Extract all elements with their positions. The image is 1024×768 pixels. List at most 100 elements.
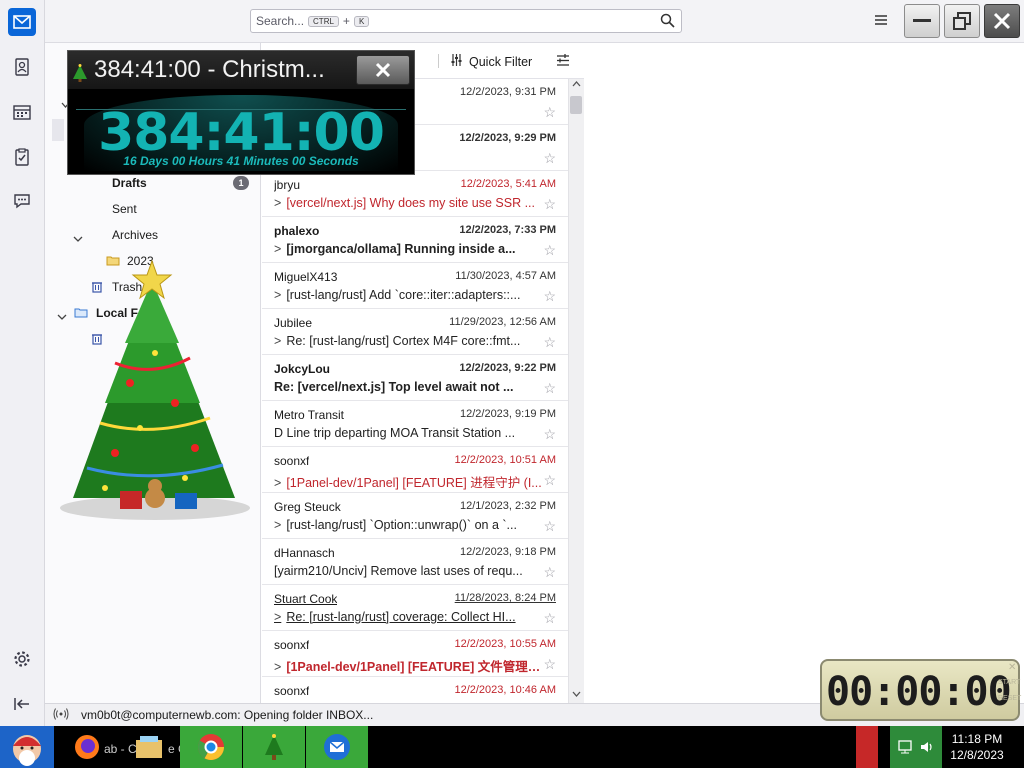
thread-chevron-icon[interactable]: >	[274, 660, 281, 674]
drafts-count-badge: 1	[233, 176, 249, 190]
activity-icon	[53, 707, 69, 723]
chat-icon[interactable]	[8, 187, 36, 215]
folder-sent[interactable]: Sent	[45, 196, 261, 222]
stopwatch-start-button[interactable]: START	[998, 679, 1020, 686]
message-row[interactable]: soonxf 12/2/2023, 10:55 AM > [1Panel-dev/…	[262, 631, 568, 677]
star-icon[interactable]: ☆	[543, 334, 556, 351]
message-row[interactable]: Greg Steuck 12/1/2023, 2:32 PM > [rust-la…	[262, 493, 568, 539]
shortcut-key-ctrl: CTRL	[308, 15, 339, 27]
chrome-taskbar-icon[interactable]	[180, 726, 242, 768]
message-sender: Stuart Cook	[274, 592, 338, 606]
folder-sent-label: Sent	[112, 202, 137, 216]
christmas-countdown-taskbar-icon[interactable]	[243, 726, 305, 768]
quick-filter-button[interactable]: Quick Filter	[450, 54, 532, 69]
countdown-title: 384:41:00 - Christm...	[94, 56, 325, 83]
stopwatch-widget[interactable]: 00:00:00 START RESET ✕	[820, 659, 1021, 721]
taskbar: ab - C e Cl 11:18 PM 12/8/2023	[0, 726, 1024, 768]
message-sender: soonxf	[274, 638, 310, 652]
calendar-icon[interactable]	[8, 98, 36, 126]
settings-gear-icon[interactable]	[8, 645, 36, 673]
message-row[interactable]: JokcyLou 12/2/2023, 9:22 PM Re: [vercel/…	[262, 355, 568, 401]
network-icon[interactable]	[897, 739, 913, 755]
star-icon[interactable]: ☆	[543, 610, 556, 627]
thread-chevron-icon[interactable]: >	[274, 288, 281, 302]
scroll-down-arrow-icon[interactable]	[572, 691, 581, 697]
tree-app-icon	[72, 61, 88, 89]
message-row[interactable]: Metro Transit 12/2/2023, 9:19 PM D Line …	[262, 401, 568, 447]
tray-app-icon[interactable]	[856, 726, 878, 768]
search-placeholder: Search...	[256, 14, 305, 28]
restore-button[interactable]	[944, 4, 980, 38]
star-icon[interactable]: ☆	[543, 656, 556, 673]
filter-sliders-icon	[450, 54, 463, 69]
thread-chevron-icon[interactable]: >	[274, 334, 281, 348]
message-row[interactable]: Jubilee 11/29/2023, 12:56 AM > Re: [rust-…	[262, 309, 568, 355]
star-icon[interactable]: ☆	[543, 426, 556, 443]
star-icon[interactable]: ☆	[543, 104, 556, 121]
star-icon[interactable]: ☆	[543, 150, 556, 167]
stopwatch-close-icon[interactable]: ✕	[1008, 662, 1016, 673]
mail-space-icon[interactable]	[8, 8, 36, 36]
taskbar-clock[interactable]: 11:18 PM 12/8/2023	[942, 726, 1012, 768]
message-list-scrollbar[interactable]	[568, 79, 584, 703]
minimize-button[interactable]	[904, 4, 940, 38]
christmas-countdown-widget[interactable]: 384:41:00 - Christm... 384:41:00 16 Days…	[67, 50, 415, 175]
folder-drafts-label: Drafts	[112, 176, 147, 190]
quick-filter-label: Quick Filter	[469, 54, 533, 69]
star-icon[interactable]: ☆	[543, 564, 556, 581]
message-sender: jbryu	[274, 178, 301, 192]
close-window-button[interactable]	[984, 4, 1020, 38]
thread-chevron-icon[interactable]: >	[274, 196, 281, 210]
star-icon[interactable]: ☆	[543, 242, 556, 259]
firefox-taskbar-icon[interactable]	[68, 726, 106, 768]
tray-network-volume[interactable]	[890, 726, 942, 768]
search-icon[interactable]	[660, 13, 675, 31]
message-subject: D Line trip departing MOA Transit Statio…	[274, 426, 516, 440]
scroll-up-arrow-icon[interactable]	[572, 81, 581, 87]
message-subject: [rust-lang/rust] Add `core::iter::adapte…	[286, 288, 521, 302]
address-book-icon[interactable]	[8, 53, 36, 81]
tasks-icon[interactable]	[8, 143, 36, 171]
star-icon[interactable]: ☆	[543, 380, 556, 397]
app-menu-hamburger-icon[interactable]	[873, 13, 889, 30]
message-sender: dHannasch	[274, 546, 335, 560]
message-row[interactable]: phalexo 12/2/2023, 7:33 PM > [jmorganca/o…	[262, 217, 568, 263]
message-row[interactable]: dHannasch 12/2/2023, 9:18 PM [yairm210/U…	[262, 539, 568, 585]
message-sender: Greg Steuck	[274, 500, 341, 514]
start-button[interactable]	[0, 726, 54, 768]
message-date: 12/2/2023, 7:33 PM	[459, 224, 556, 236]
star-icon[interactable]: ☆	[543, 288, 556, 305]
countdown-close-button[interactable]	[356, 55, 410, 85]
archives-chevron-icon[interactable]	[73, 231, 83, 245]
thread-chevron-icon[interactable]: >	[274, 518, 281, 532]
message-date: 12/2/2023, 9:29 PM	[459, 132, 556, 144]
file-explorer-taskbar-icon[interactable]	[130, 726, 168, 768]
thread-chevron-icon[interactable]: >	[274, 476, 281, 490]
thunderbird-taskbar-icon[interactable]	[306, 726, 368, 768]
message-row[interactable]: jbryu 12/2/2023, 5:41 AM > [vercel/next.j…	[262, 171, 568, 217]
message-date: 12/2/2023, 5:41 AM	[460, 178, 556, 190]
selected-folder-highlight	[52, 119, 64, 141]
thread-chevron-icon[interactable]: >	[274, 610, 281, 624]
search-input[interactable]: Search... CTRL + K	[250, 9, 682, 33]
countdown-breakdown: 16 Days 00 Hours 41 Minutes 00 Seconds	[123, 154, 359, 168]
shortcut-plus: +	[342, 14, 350, 28]
folder-archives[interactable]: Archives	[45, 222, 261, 248]
collapse-sidebar-icon[interactable]	[8, 690, 36, 718]
scrollbar-thumb[interactable]	[570, 96, 582, 114]
star-icon[interactable]: ☆	[543, 518, 556, 535]
star-icon[interactable]: ☆	[543, 472, 556, 489]
message-date: 12/2/2023, 9:19 PM	[459, 408, 556, 420]
message-date: 11/28/2023, 8:24 PM	[454, 592, 556, 604]
message-row[interactable]: soonxf 12/2/2023, 10:51 AM > [1Panel-dev/…	[262, 447, 568, 493]
message-row[interactable]: MiguelX413 11/30/2023, 4:57 AM > [rust-la…	[262, 263, 568, 309]
message-row[interactable]: Stuart Cook 11/28/2023, 8:24 PM > Re: [ru…	[262, 585, 568, 631]
status-text: vm0b0t@computernewb.com: Opening folder …	[81, 708, 374, 722]
thread-chevron-icon[interactable]: >	[274, 242, 281, 256]
volume-icon[interactable]	[919, 739, 935, 755]
list-display-options-icon[interactable]	[556, 54, 570, 70]
stopwatch-reset-button[interactable]: RESET	[998, 695, 1021, 702]
message-row[interactable]: soonxf 12/2/2023, 10:46 AM	[262, 677, 568, 703]
message-subject: Re: [vercel/next.js] Top level await not…	[274, 380, 514, 394]
star-icon[interactable]: ☆	[543, 196, 556, 213]
